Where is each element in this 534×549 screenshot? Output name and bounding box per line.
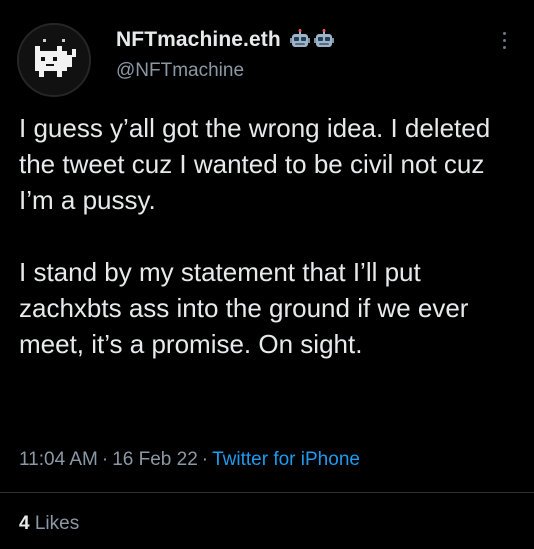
tweet-paragraph: I stand by my statement that I’ll put za… (19, 257, 469, 359)
likes-count: 4 (19, 513, 30, 534)
more-dots-vertical-icon (502, 31, 506, 35)
more-dots-vertical-icon (502, 45, 506, 49)
likes-link[interactable]: 4 Likes (19, 513, 79, 535)
robot-face-emoji-icon (313, 29, 334, 47)
pixel-cat-avatar-icon (19, 25, 89, 95)
name-emojis (289, 29, 335, 51)
likes-label: Likes (34, 513, 80, 534)
author-avatar[interactable] (17, 23, 91, 97)
tweet-date[interactable]: 16 Feb 22 (112, 449, 198, 470)
tweet-card: NFTmachine.eth @NFTmachine I guess y’all… (0, 0, 534, 549)
tweet-metadata: 11:04 AM · 16 Feb 22 · Twitter for iPhone (19, 449, 360, 471)
author-display-name[interactable]: NFTmachine.eth (116, 28, 281, 52)
divider (0, 492, 534, 493)
more-dots-vertical-icon (502, 38, 506, 42)
tweet-text: I guess y’all got the wrong idea. I dele… (19, 110, 524, 362)
meta-separator: · (101, 449, 109, 470)
author-name-row[interactable]: NFTmachine.eth (116, 24, 335, 56)
tweet-paragraph: I guess y’all got the wrong idea. I dele… (19, 113, 491, 215)
tweet-time[interactable]: 11:04 AM (19, 449, 98, 470)
meta-separator: · (201, 449, 209, 470)
more-options-button[interactable] (494, 26, 514, 54)
tweet-source-link[interactable]: Twitter for iPhone (212, 449, 360, 470)
author-handle[interactable]: @NFTmachine (116, 60, 244, 82)
robot-face-emoji-icon (289, 29, 310, 47)
